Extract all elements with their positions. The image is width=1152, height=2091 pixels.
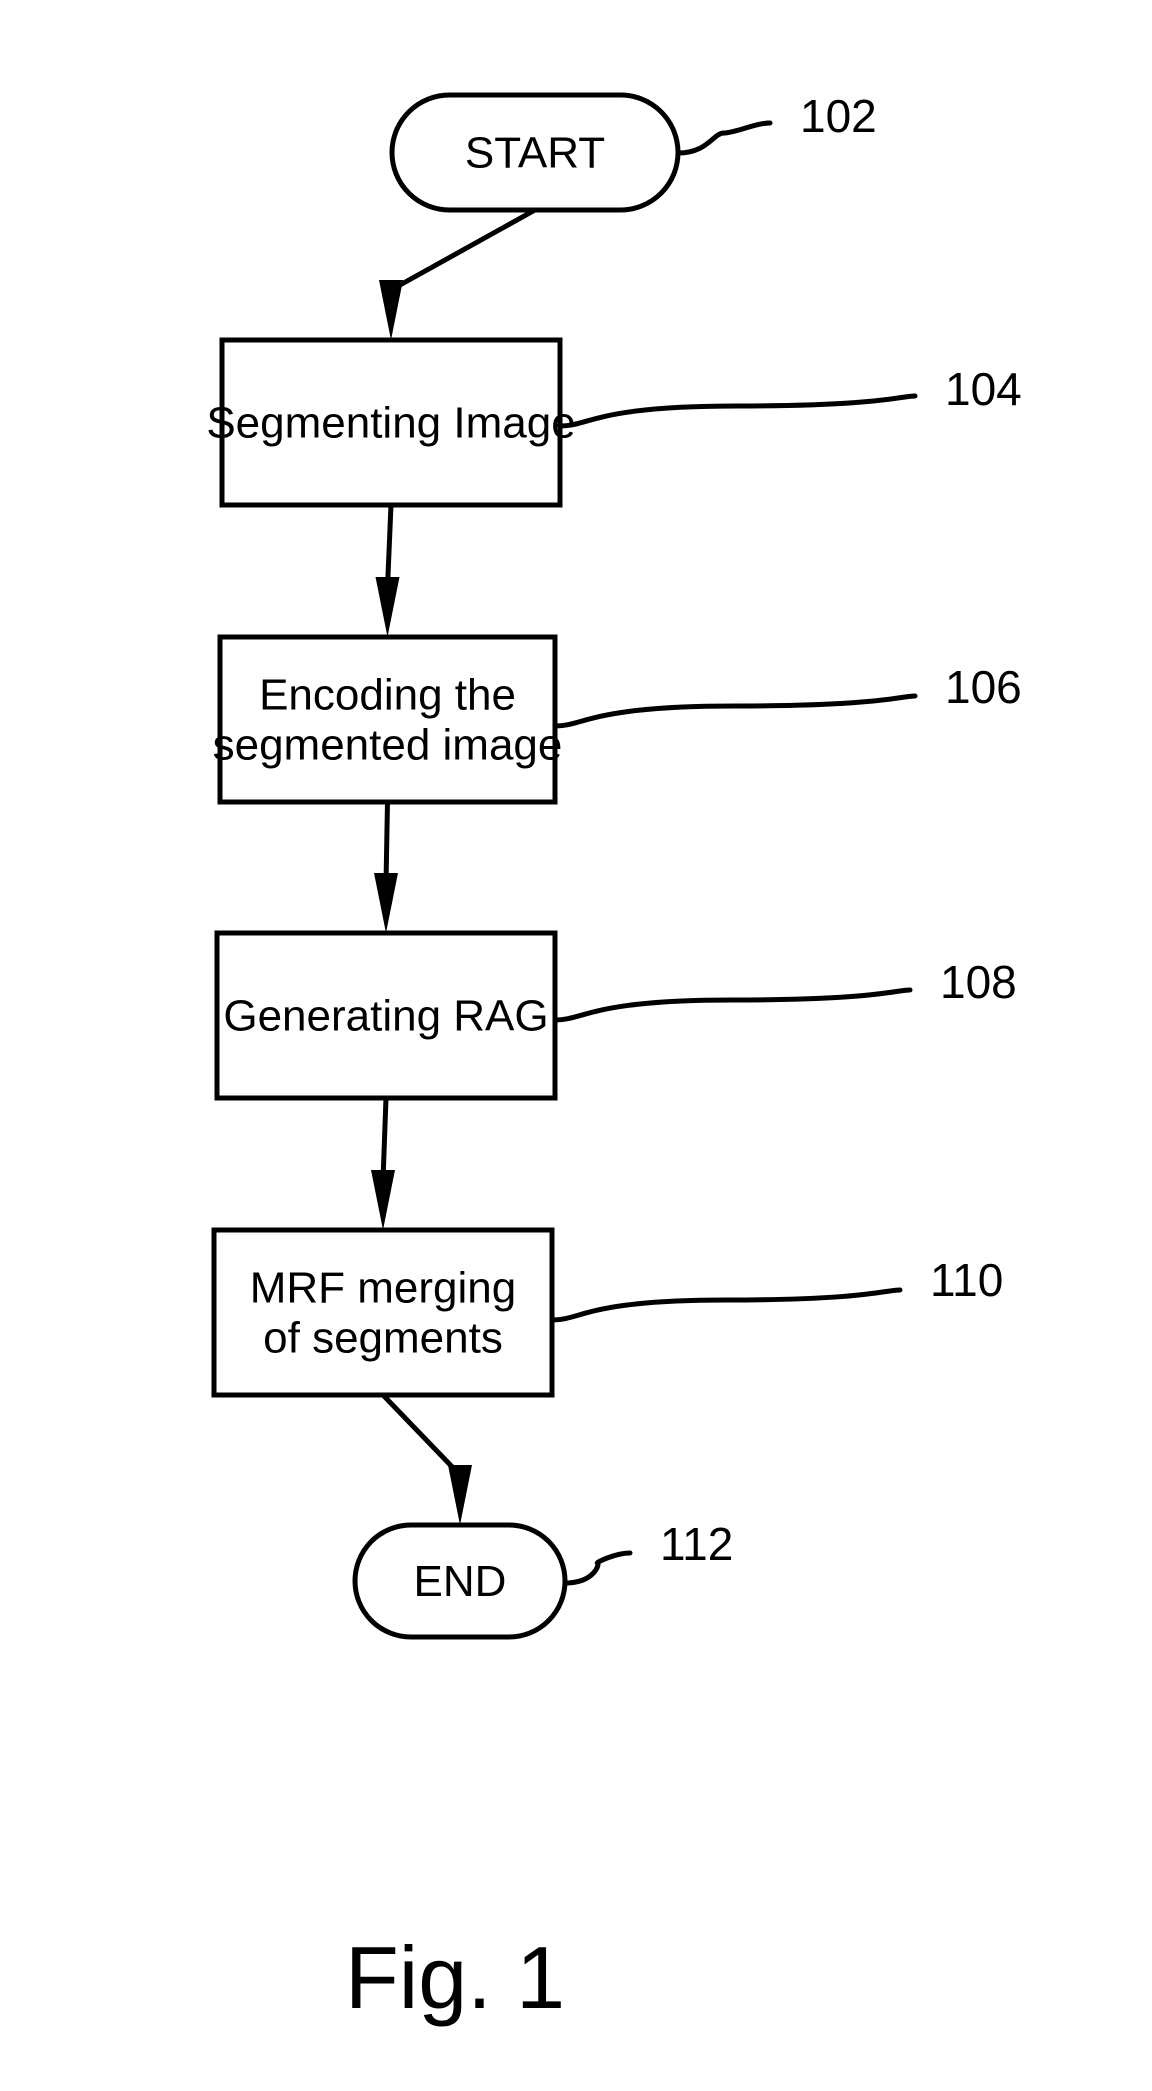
connector-line [385, 502, 394, 590]
connector-line [380, 1392, 463, 1478]
arrowhead-icon [448, 1465, 472, 1525]
arrowhead-icon [379, 280, 403, 340]
reference-numeral: 106 [945, 661, 1022, 713]
edge-rag-to-merge [371, 1095, 395, 1230]
merge-label-line: MRF merging [250, 1264, 517, 1313]
reference-numeral: 108 [940, 956, 1017, 1008]
node-end: END [352, 1522, 568, 1640]
end-label-line: END [414, 1557, 507, 1606]
edge-merge-to-end [380, 1392, 472, 1525]
edge-encode-to-rag [374, 799, 398, 933]
arrowhead-icon [374, 873, 398, 933]
node-segment: Segmenting Image [206, 337, 576, 508]
node-start: START [389, 92, 681, 213]
ref-112: 112 [562, 1518, 733, 1586]
rag-label-line: Generating RAG [223, 992, 548, 1041]
arrowhead-icon [375, 577, 400, 637]
ref-leader-line [549, 1287, 903, 1323]
node-merge: MRF mergingof segments [211, 1227, 555, 1398]
nodes-layer: START Segmenting Image Encoding thesegment… [206, 92, 681, 1640]
ref-leader-line [675, 120, 773, 156]
ref-leader-line [552, 693, 918, 729]
ref-110: 110 [549, 1254, 1003, 1323]
ref-leader-line [557, 393, 918, 429]
merge-process-box [211, 1227, 555, 1398]
ref-108: 108 [552, 956, 1017, 1023]
connector-line [383, 799, 390, 886]
ref-106: 106 [552, 661, 1022, 729]
reference-numerals-layer: 102 104 106 108 110 112 [549, 90, 1022, 1586]
arrowhead-icon [371, 1170, 395, 1230]
start-label-line: START [465, 129, 605, 178]
encode-process-box [217, 634, 558, 805]
node-rag: Generating RAG [214, 930, 558, 1101]
reference-numeral: 110 [930, 1254, 1003, 1306]
merge-label-line: of segments [263, 1314, 503, 1363]
ref-leader-line [552, 987, 913, 1023]
ref-104: 104 [557, 363, 1022, 429]
reference-numeral: 102 [800, 90, 877, 142]
connector-line [380, 1095, 389, 1183]
edge-start-to-segment [379, 207, 538, 340]
flowchart: START Segmenting Image Encoding thesegment… [206, 90, 1022, 2027]
reference-numeral: 112 [660, 1518, 733, 1570]
encode-label-line: segmented image [213, 721, 563, 770]
encode-label-line: Encoding the [259, 671, 516, 720]
ref-leader-line [562, 1550, 633, 1586]
figure-caption: Fig. 1 [345, 1928, 565, 2027]
reference-numeral: 104 [945, 363, 1022, 415]
ref-102: 102 [675, 90, 877, 156]
segment-label-line: Segmenting Image [206, 399, 575, 448]
edge-segment-to-encode [375, 502, 400, 637]
connector-line [388, 207, 538, 293]
node-encode: Encoding thesegmented image [213, 634, 563, 805]
